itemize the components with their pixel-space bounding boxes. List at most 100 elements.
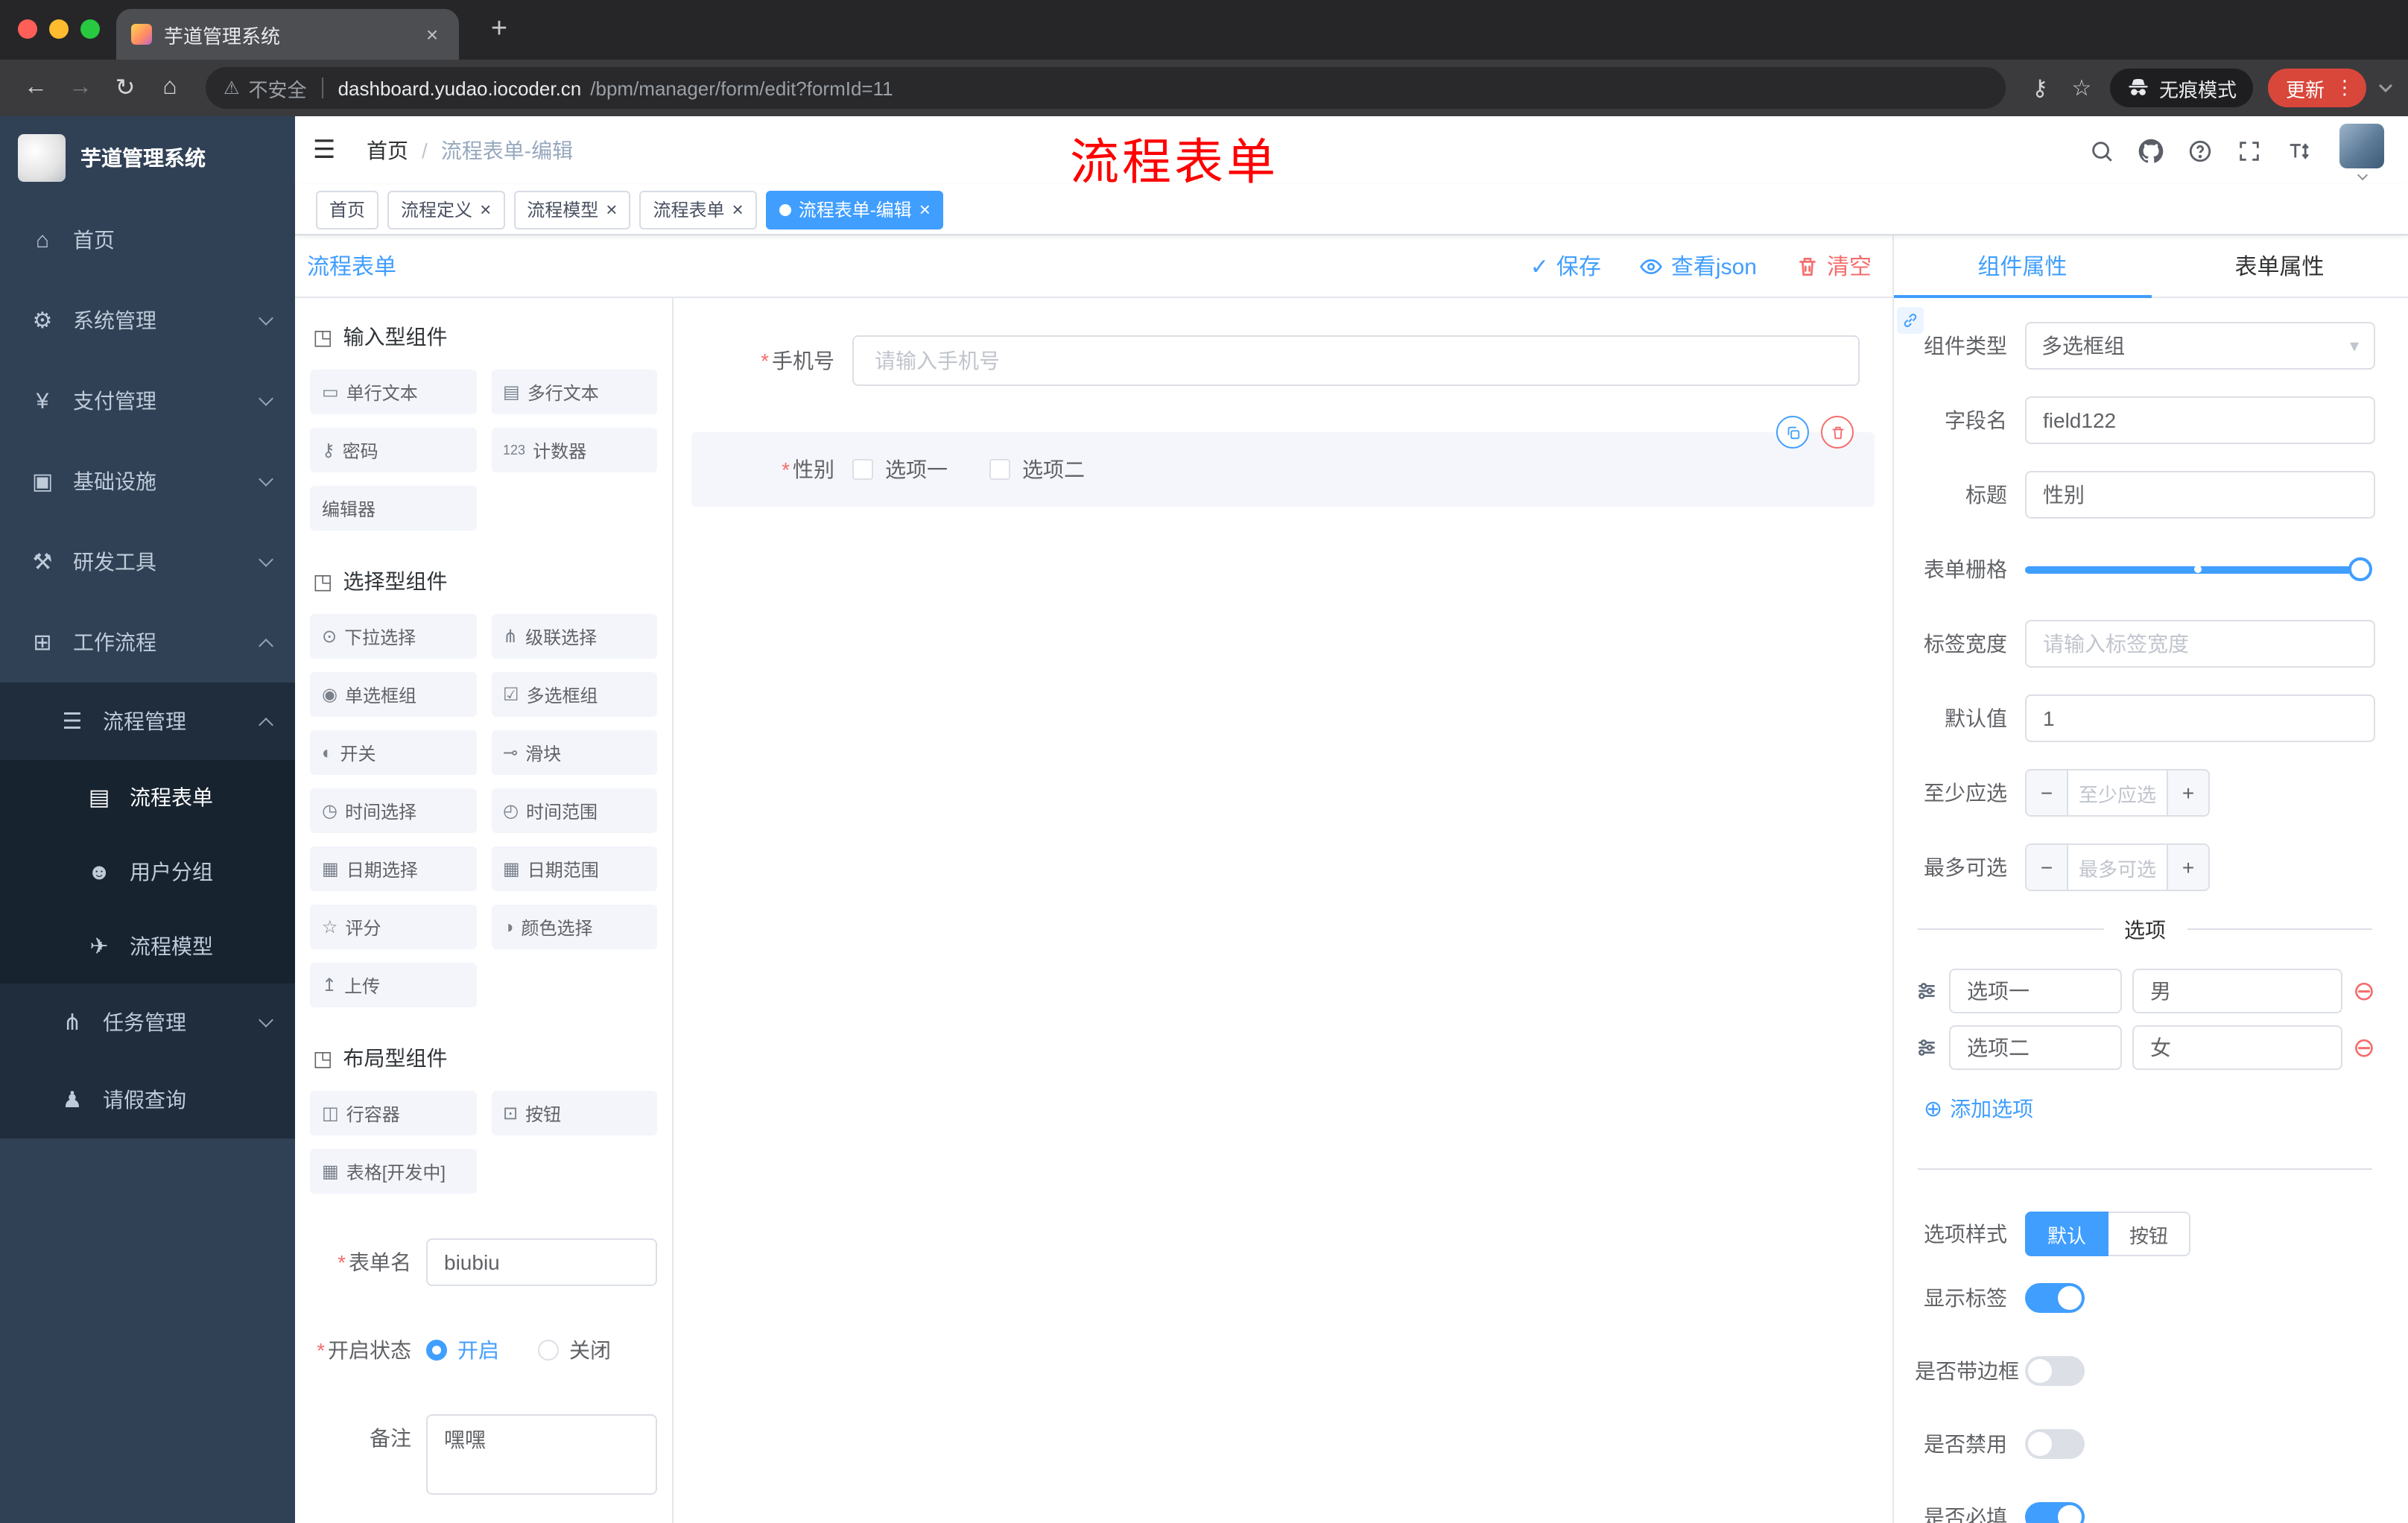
decrease-button[interactable]: − [2027, 845, 2068, 890]
bookmark-star-icon[interactable]: ☆ [2062, 75, 2101, 101]
chip-switch[interactable]: ◐ 开关 [310, 730, 476, 775]
sidebar-item-process-manage[interactable]: ☰ 流程管理 [0, 683, 295, 760]
sidebar-item-user-group[interactable]: ☻ 用户分组 [0, 835, 295, 909]
chip-radio-group[interactable]: ◉ 单选框组 [310, 672, 476, 717]
new-tab-button[interactable]: + [480, 13, 519, 49]
password-key-icon[interactable]: ⚷ [2021, 75, 2059, 101]
style-default-button[interactable]: 默认 [2025, 1212, 2109, 1256]
chip-cascader[interactable]: ⋔ 级联选择 [491, 614, 657, 659]
slider-handle[interactable] [2348, 557, 2372, 581]
chip-rate[interactable]: ☆ 评分 [310, 905, 476, 949]
back-button[interactable]: ← [15, 67, 57, 109]
slider-track[interactable] [2025, 557, 2372, 581]
max-select-value[interactable]: 最多可选 [2068, 845, 2167, 890]
sidebar-item-home[interactable]: ⌂ 首页 [0, 200, 295, 280]
search-icon[interactable] [2085, 134, 2117, 167]
chip-upload[interactable]: ↥ 上传 [310, 963, 476, 1007]
form-canvas[interactable]: * 手机号 请输入手机号 * 性别 选项一 选项二 [674, 298, 1892, 1523]
increase-button[interactable]: + [2167, 845, 2208, 890]
grid-slider[interactable] [2025, 545, 2375, 593]
link-icon[interactable] [1897, 307, 1924, 334]
form-name-input[interactable] [426, 1238, 657, 1286]
tag-process-form-edit[interactable]: 流程表单-编辑 × [765, 190, 944, 229]
sidebar-item-infrastructure[interactable]: ▣ 基础设施 [0, 441, 295, 522]
sidebar-toggle-icon[interactable]: ☰ [313, 136, 349, 165]
option-value-input[interactable] [2132, 969, 2342, 1013]
chrome-update-button[interactable]: 更新 ⋮ [2267, 69, 2366, 107]
title-input[interactable] [2025, 471, 2375, 519]
github-icon[interactable] [2134, 134, 2167, 167]
checkbox-option-one[interactable]: 选项一 [852, 455, 948, 484]
checkbox-option-two[interactable]: 选项二 [989, 455, 1085, 484]
sidebar-item-process-model[interactable]: ✈ 流程模型 [0, 909, 295, 984]
disabled-switch[interactable] [2025, 1429, 2085, 1459]
option-value-input[interactable] [2132, 1025, 2342, 1070]
style-button-button[interactable]: 按钮 [2108, 1212, 2191, 1256]
field-name-input[interactable] [2025, 396, 2375, 444]
phone-input[interactable] [852, 335, 1860, 386]
tag-home[interactable]: 首页 [316, 190, 379, 229]
chip-color-picker[interactable]: ◑ 颜色选择 [491, 905, 657, 949]
text-size-icon[interactable] [2281, 134, 2314, 167]
component-type-select[interactable]: 多选框组 ▾ [2025, 322, 2375, 370]
sidebar-item-process-form[interactable]: ▤ 流程表单 [0, 760, 295, 835]
tag-close-icon[interactable]: × [606, 200, 617, 219]
clear-button[interactable]: 清空 [1796, 250, 1872, 282]
reload-button[interactable]: ↻ [104, 67, 146, 109]
save-button[interactable]: ✓ 保存 [1530, 250, 1601, 282]
chip-multi-line-text[interactable]: ▤ 多行文本 [491, 370, 657, 414]
chip-time-range[interactable]: ◴ 时间范围 [491, 788, 657, 833]
chip-editor[interactable]: 编辑器 [310, 486, 476, 531]
sidebar-item-payment[interactable]: ¥ 支付管理 [0, 361, 295, 441]
option-label-input[interactable] [1949, 1025, 2122, 1070]
window-zoom-button[interactable] [80, 19, 100, 39]
copy-widget-button[interactable] [1776, 416, 1809, 449]
tab-close-icon[interactable]: × [420, 22, 444, 46]
tag-process-definition[interactable]: 流程定义 × [387, 190, 505, 229]
label-width-input[interactable] [2025, 620, 2375, 668]
chip-select[interactable]: ⊙ 下拉选择 [310, 614, 476, 659]
chip-password[interactable]: ⚷ 密码 [310, 428, 476, 472]
tab-form-props[interactable]: 表单属性 [2151, 235, 2408, 297]
tag-process-model[interactable]: 流程模型 × [513, 190, 631, 229]
chip-date-range[interactable]: ▦ 日期范围 [491, 846, 657, 891]
chip-table[interactable]: ▦ 表格[开发中] [310, 1149, 476, 1194]
min-select-value[interactable]: 至少应选 [2068, 770, 2167, 815]
border-switch[interactable] [2025, 1356, 2085, 1386]
chip-button[interactable]: ⊡ 按钮 [491, 1091, 657, 1136]
widget-gender-field[interactable]: * 性别 选项一 选项二 [691, 416, 1875, 507]
tab-component-props[interactable]: 组件属性 [1894, 235, 2151, 298]
chip-counter[interactable]: 123 计数器 [491, 428, 657, 472]
chip-single-line-text[interactable]: ▭ 单行文本 [310, 370, 476, 414]
sidebar-item-task-manage[interactable]: ⋔ 任务管理 [0, 984, 295, 1061]
radio-enabled[interactable]: 开启 [426, 1335, 499, 1365]
chip-row-container[interactable]: ◫ 行容器 [310, 1091, 476, 1136]
tag-close-icon[interactable]: × [732, 200, 744, 219]
chip-slider[interactable]: ⊸ 滑块 [491, 730, 657, 775]
user-avatar[interactable] [2339, 123, 2384, 180]
decrease-button[interactable]: − [2027, 770, 2068, 815]
tag-process-form[interactable]: 流程表单 × [639, 190, 757, 229]
chip-checkbox-group[interactable]: ☑ 多选框组 [491, 672, 657, 717]
chip-date-picker[interactable]: ▦ 日期选择 [310, 846, 476, 891]
sidebar-item-workflow[interactable]: ⊞ 工作流程 [0, 602, 295, 683]
forward-button[interactable]: → [60, 67, 101, 109]
default-value-input[interactable] [2025, 694, 2375, 742]
chip-time-picker[interactable]: ◷ 时间选择 [310, 788, 476, 833]
home-button[interactable]: ⌂ [149, 67, 191, 109]
view-json-button[interactable]: 查看json [1640, 250, 1757, 282]
sidebar-item-devtools[interactable]: ⚒ 研发工具 [0, 522, 295, 602]
menu-dots-icon[interactable]: ⋮ [2335, 76, 2354, 100]
breadcrumb-home[interactable]: 首页 [367, 136, 408, 165]
remark-textarea[interactable]: 嘿嘿 [426, 1414, 657, 1495]
option-label-input[interactable] [1949, 969, 2122, 1013]
sliders-drag-icon[interactable] [1915, 979, 1939, 1003]
address-bar[interactable]: ⚠ 不安全 dashboard.yudao.iocoder.cn /bpm/ma… [206, 67, 2006, 109]
help-icon[interactable] [2183, 134, 2216, 167]
sliders-drag-icon[interactable] [1915, 1036, 1939, 1060]
sidebar-item-leave-query[interactable]: ♟ 请假查询 [0, 1061, 295, 1139]
radio-disabled[interactable]: 关闭 [538, 1335, 611, 1365]
delete-widget-button[interactable] [1821, 416, 1854, 449]
window-chevron-icon[interactable] [2378, 83, 2393, 92]
increase-button[interactable]: + [2167, 770, 2208, 815]
